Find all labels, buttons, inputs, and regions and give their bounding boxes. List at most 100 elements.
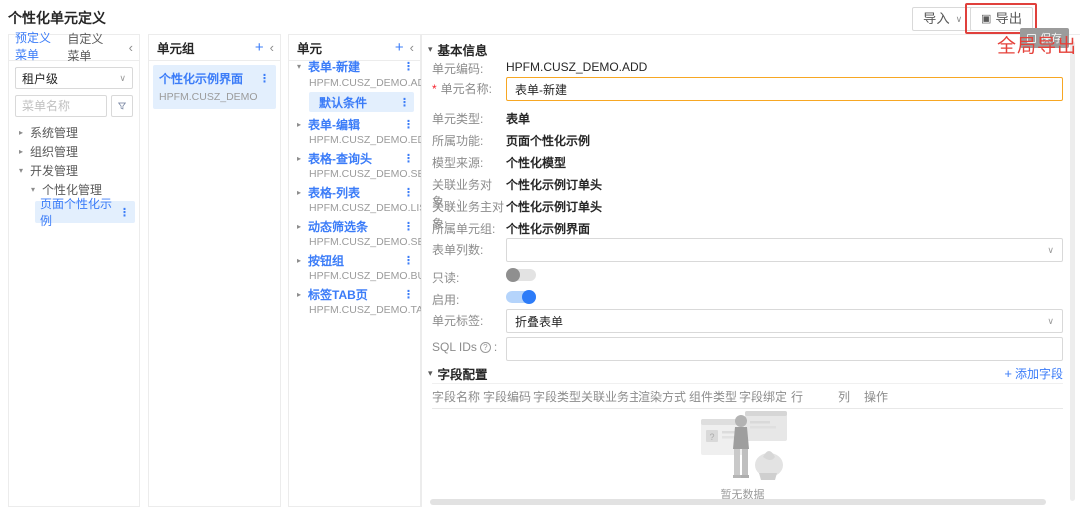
collapse-panel-icon[interactable]: ‹ [410, 41, 414, 54]
field-config-section-header[interactable]: ▾ 字段配置 [428, 363, 488, 383]
chevron-down-icon: ∨ [956, 8, 963, 30]
more-icon[interactable]: ⋮ [259, 72, 270, 85]
form-row-unit-tag: 单元标签: 折叠表单 ∨ [432, 309, 1063, 335]
chevron-down-icon: ∨ [1047, 245, 1054, 256]
unit-item-dynamic-filter[interactable]: ▸ 动态筛选条 ⋮ [289, 217, 420, 235]
column-header: 字段编码 [483, 388, 533, 405]
caret-right-icon: ▸ [17, 147, 25, 156]
export-button-label: 导出 [995, 8, 1022, 30]
collapse-panel-icon[interactable]: ‹ [270, 41, 274, 54]
field-config-title: 字段配置 [438, 364, 488, 383]
form-row-unit-group: 所属单元组: 个性化示例界面 [432, 217, 1063, 237]
unit-item-name: 表格-列表 [308, 184, 403, 201]
tree-item-label: 开发管理 [30, 162, 78, 179]
unit-panel: 单元 + ‹ ▾ 表单-新建 ⋮ HPFM.CUSZ_DEMO.ADD 默认条件… [288, 34, 421, 507]
form-row-function: 所属功能: 页面个性化示例 [432, 129, 1063, 149]
more-icon[interactable]: ⋮ [403, 60, 414, 73]
unit-item-form-add[interactable]: ▾ 表单-新建 ⋮ [289, 57, 420, 75]
unit-item-form-edit[interactable]: ▸ 表单-编辑 ⋮ [289, 115, 420, 133]
form-row-form-columns: 表单列数: ∨ [432, 238, 1063, 264]
unit-item-table-list[interactable]: ▸ 表格-列表 ⋮ [289, 183, 420, 201]
tree-item-system[interactable]: ▸ 系统管理 [9, 123, 139, 142]
more-icon[interactable]: ⋮ [119, 206, 130, 219]
horizontal-scrollbar[interactable] [430, 499, 1046, 505]
more-icon[interactable]: ⋮ [403, 186, 414, 199]
unit-item-code: HPFM.CUSZ_DEMO.EDIT [309, 132, 420, 148]
readonly-toggle[interactable] [506, 269, 536, 281]
tab-predefined-menu[interactable]: 预定义菜单 [15, 25, 58, 70]
field-label: 单元标签: [432, 309, 506, 329]
unit-group-header: 单元组 + ‹ [149, 35, 280, 61]
enabled-toggle[interactable] [506, 291, 536, 303]
unit-item-button-group[interactable]: ▸ 按钮组 ⋮ [289, 251, 420, 269]
tree-item-page-personalization-demo[interactable]: 页面个性化示例 ⋮ [35, 201, 135, 223]
filter-icon [118, 100, 126, 112]
unit-item-code: HPFM.CUSZ_DEMO.SEARCH [309, 166, 420, 182]
field-value: 个性化示例订单头 [506, 173, 602, 193]
field-value: HPFM.CUSZ_DEMO.ADD [506, 57, 647, 74]
column-header: 字段类型 [533, 388, 581, 405]
column-header: 字段名称 [432, 388, 483, 405]
svg-text:?: ? [709, 432, 714, 442]
unit-item-name: 表单-编辑 [308, 116, 403, 133]
unit-group-name: 个性化示例界面 [159, 70, 259, 87]
help-icon[interactable]: ? [480, 342, 491, 353]
form-row-related-object: 关联业务对象... : 个性化示例订单头 [432, 173, 1063, 193]
unit-item-tab-page[interactable]: ▸ 标签TAB页 ⋮ [289, 285, 420, 303]
unit-item-name: 按钮组 [308, 252, 403, 269]
tree-item-organization[interactable]: ▸ 组织管理 [9, 142, 139, 161]
unit-name-input[interactable] [506, 77, 1063, 101]
form-row-enabled: 启用: [432, 288, 1063, 308]
form-row-model-source: 模型来源: 个性化模型 [432, 151, 1063, 171]
add-unit-icon[interactable]: + [395, 40, 404, 55]
chevron-down-icon: ∨ [1047, 316, 1054, 327]
caret-right-icon: ▸ [17, 128, 25, 137]
unit-child-default-condition[interactable]: 默认条件 ⋮ [309, 92, 414, 112]
more-icon[interactable]: ⋮ [403, 152, 414, 165]
more-icon[interactable]: ⋮ [403, 254, 414, 267]
unit-group-item[interactable]: 个性化示例界面 ⋮ HPFM.CUSZ_DEMO [153, 65, 276, 109]
vertical-scrollbar[interactable] [1070, 41, 1075, 501]
column-header: 操作 [864, 388, 904, 405]
caret-right-icon: ▸ [295, 290, 303, 299]
unit-group-panel: 单元组 + ‹ 个性化示例界面 ⋮ HPFM.CUSZ_DEMO [148, 34, 281, 507]
unit-group-code: HPFM.CUSZ_DEMO [159, 91, 270, 103]
unit-tag-select[interactable]: 折叠表单 ∨ [506, 309, 1063, 333]
add-unit-group-icon[interactable]: + [255, 40, 264, 55]
menu-search-row [15, 95, 133, 117]
caret-right-icon: ▸ [295, 222, 303, 231]
more-icon[interactable]: ⋮ [403, 288, 414, 301]
tenant-level-select[interactable]: 租户级 ∨ [15, 67, 133, 89]
tab-custom-menu[interactable]: 自定义菜单 [67, 26, 110, 69]
filter-button[interactable] [111, 95, 133, 117]
form-row-sql-ids: SQL IDs ? : [432, 337, 1063, 363]
collapse-panel-icon[interactable]: ‹ [129, 41, 133, 54]
menu-tabbar: 预定义菜单 自定义菜单 ‹ [9, 35, 139, 61]
sql-ids-input[interactable] [506, 337, 1063, 361]
required-marker: * [432, 82, 437, 96]
tree-item-development[interactable]: ▾ 开发管理 [9, 161, 139, 180]
caret-down-icon: ▾ [428, 368, 433, 379]
global-export-annotation: 全局导出 [997, 31, 1077, 58]
unit-item-code: HPFM.CUSZ_DEMO.SEAR... [309, 234, 420, 250]
caret-down-icon: ▾ [17, 166, 25, 175]
menu-panel: 预定义菜单 自定义菜单 ‹ 租户级 ∨ ▸ 系统管理 ▸ 组织管理 [8, 34, 140, 507]
add-field-button[interactable]: + 添加字段 [1004, 363, 1063, 383]
detail-panel: ▾ 基本信息 单元编码: HPFM.CUSZ_DEMO.ADD *单元名称: 单… [421, 34, 1080, 507]
field-label: 模型来源: [432, 151, 506, 171]
menu-search-input[interactable] [15, 95, 107, 117]
unit-item-table-search[interactable]: ▸ 表格-查询头 ⋮ [289, 149, 420, 167]
form-columns-select[interactable]: ∨ [506, 238, 1063, 262]
unit-item-code: HPFM.CUSZ_DEMO.ADD [309, 75, 420, 91]
more-icon[interactable]: ⋮ [403, 118, 414, 131]
column-header: 列 [838, 388, 864, 405]
export-icon: ▣ [981, 8, 991, 30]
more-icon[interactable]: ⋮ [399, 96, 410, 109]
more-icon[interactable]: ⋮ [403, 220, 414, 233]
basic-info-section-header[interactable]: ▾ 基本信息 [428, 39, 488, 59]
field-label: SQL IDs ? : [432, 337, 506, 354]
field-label-text: 单元名称: [441, 80, 492, 97]
unit-item-code: HPFM.CUSZ_DEMO.TAB [309, 302, 420, 318]
field-value: 个性化示例界面 [506, 217, 590, 237]
form-row-related-main-object: 关联业务主对象: 个性化示例订单头 [432, 195, 1063, 215]
